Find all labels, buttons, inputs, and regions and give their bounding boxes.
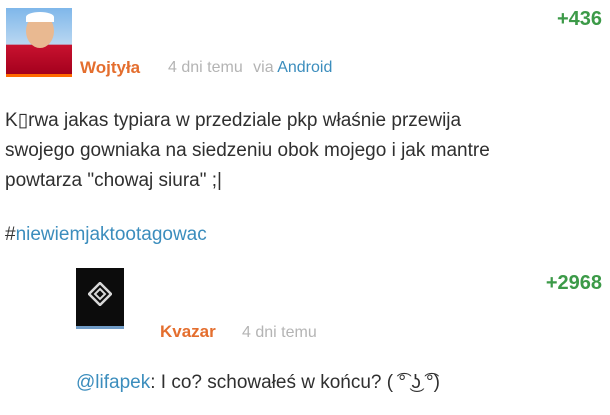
entry-text-line: K▯rwa jakas typiara w przedziale pkp wła… (5, 110, 462, 131)
hashtag-link[interactable]: #niewiemjaktootagowac (5, 224, 207, 246)
comment-avatar[interactable] (76, 268, 124, 329)
mention-link[interactable]: @lifapek (76, 372, 150, 393)
via-label: via (253, 59, 274, 76)
entry: Wojtyła 4 dni temu via Android +436 K▯rw… (0, 0, 610, 260)
entry-body: K▯rwa jakas typiara w przedziale pkp wła… (5, 106, 595, 196)
entry-text-line: swojego gowniaka na siedzeniu obok mojeg… (5, 140, 490, 161)
hashtag-symbol: # (5, 224, 16, 245)
comment-username[interactable]: Kvazar (160, 322, 216, 342)
author-username[interactable]: Wojtyła (80, 58, 140, 78)
entry-meta: 4 dni temu via Android (168, 59, 332, 77)
author-avatar[interactable] (6, 8, 72, 77)
portrait-cap (26, 12, 54, 22)
hashtag-text[interactable]: niewiemjaktootagowac (16, 224, 207, 245)
comment-time[interactable]: 4 dni temu (242, 324, 317, 342)
comment-text: : I co? schowałeś w końcu? ( ͡° ͜ʖ ͡°) (150, 372, 440, 393)
comment-vote-count[interactable]: +2968 (546, 272, 602, 295)
entry-text-line: powtarza "chowaj siura" ;| (5, 170, 222, 191)
comment: +2968 Kvazar 4 dni temu @lifapek: I co? … (0, 262, 610, 415)
entry-time[interactable]: 4 dni temu (168, 59, 243, 76)
diamond-logo-icon (88, 282, 112, 306)
comment-body: @lifapek: I co? schowałeś w końcu? ( ͡° … (76, 372, 440, 394)
client-link[interactable]: Android (277, 59, 332, 76)
entry-vote-count[interactable]: +436 (557, 8, 602, 31)
